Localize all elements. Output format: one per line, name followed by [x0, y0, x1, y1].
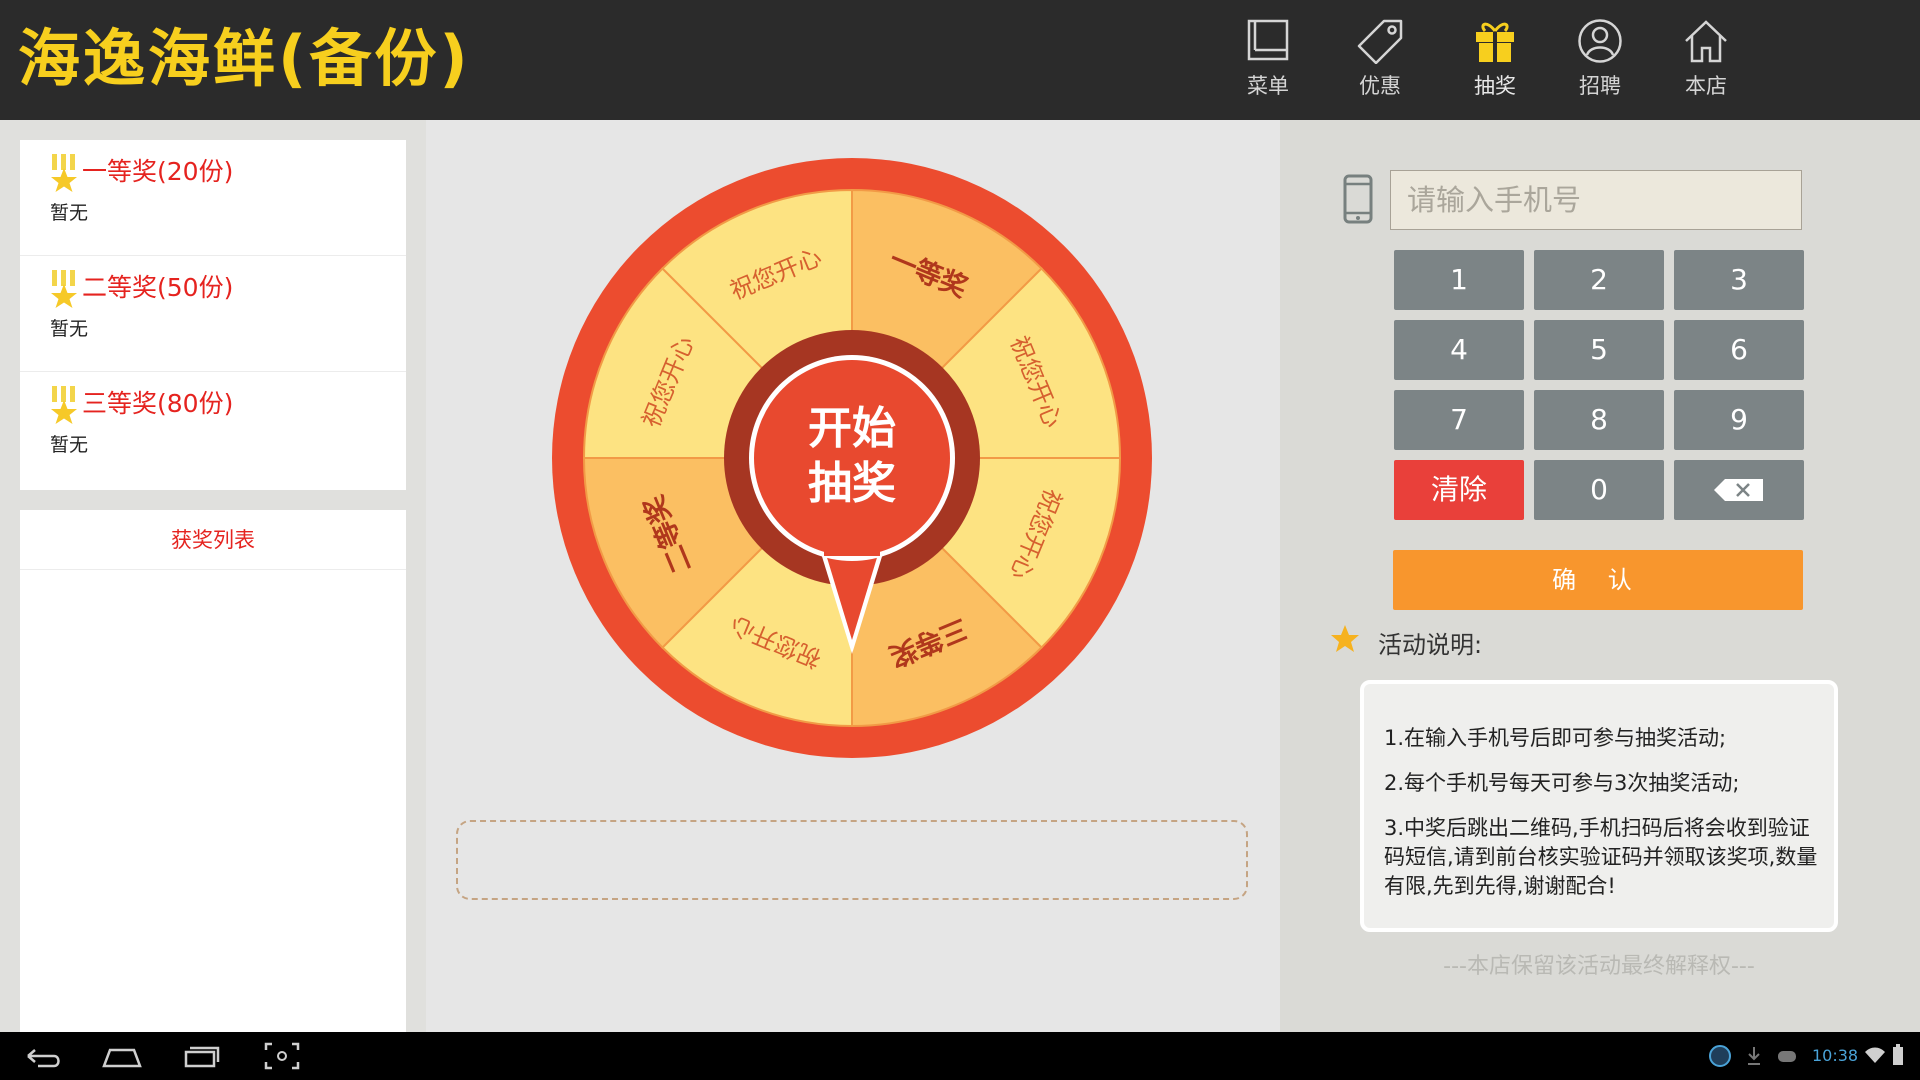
- lottery-area: 一等奖 祝您开心 祝您开心 三等奖 祝您开心 二等奖 祝您开心 祝您开心 开始 抽奖: [426, 120, 1280, 1032]
- key-5[interactable]: 5: [1534, 320, 1664, 380]
- app-notification-icon: [1709, 1045, 1731, 1067]
- clock: 10:38: [1812, 1046, 1859, 1065]
- recents-icon[interactable]: [180, 1040, 224, 1072]
- nav-lottery[interactable]: 抽奖: [1445, 18, 1545, 108]
- key-6[interactable]: 6: [1674, 320, 1804, 380]
- prize-name: 一等奖(20份): [82, 157, 234, 186]
- book-icon: [1247, 19, 1289, 61]
- nav-menu-label: 菜单: [1247, 74, 1289, 98]
- winners-list[interactable]: 获奖列表: [20, 510, 406, 1080]
- nav-lottery-label: 抽奖: [1474, 74, 1516, 98]
- phone-icon: [1343, 174, 1373, 224]
- nav-jobs-label: 招聘: [1579, 74, 1621, 98]
- app-header: 海逸海鲜(备份) 菜单 优惠 抽奖 招聘 本店: [0, 0, 1920, 120]
- medal-icon: [51, 270, 77, 308]
- system-nav-bar: 10:38: [0, 1032, 1920, 1080]
- confirm-button[interactable]: 确 认: [1393, 550, 1803, 610]
- rule-item: 3.中奖后跳出二维码,手机扫码后将会收到验证码短信,请到前台核实验证码并领取该奖…: [1384, 816, 1818, 898]
- download-icon: [1748, 1047, 1760, 1065]
- left-panel: 一等奖(20份) 暂无 二等奖(50份) 暂无 三等奖(80份) 暂无 获奖列表: [0, 120, 426, 1080]
- prize-item-third: 三等奖(80份) 暂无: [20, 372, 406, 488]
- prize-name: 三等奖(80份): [82, 389, 234, 418]
- nav-store-label: 本店: [1685, 74, 1727, 98]
- nav-store[interactable]: 本店: [1656, 18, 1756, 108]
- rule-item: 1.在输入手机号后即可参与抽奖活动;: [1384, 726, 1727, 750]
- phone-entry-panel: 1 2 3 4 5 6 7 8 9 清除 0 确 认 活动说明: 1.在输入手机…: [1280, 120, 1920, 1032]
- key-8[interactable]: 8: [1534, 390, 1664, 450]
- brand-title: 海逸海鲜(备份): [18, 22, 471, 95]
- screenshot-icon[interactable]: [260, 1040, 304, 1072]
- disclaimer: ---本店保留该活动最终解释权---: [1443, 954, 1755, 979]
- key-3[interactable]: 3: [1674, 250, 1804, 310]
- prize-name: 二等奖(50份): [82, 273, 234, 302]
- result-box: [456, 820, 1248, 900]
- nav-offers[interactable]: 优惠: [1330, 18, 1430, 108]
- medal-icon: [51, 386, 77, 424]
- key-7[interactable]: 7: [1394, 390, 1524, 450]
- nav-offers-label: 优惠: [1359, 74, 1401, 98]
- key-2[interactable]: 2: [1534, 250, 1664, 310]
- prize-winner: 暂无: [50, 318, 89, 340]
- battery-icon: [1893, 1044, 1903, 1065]
- medal-icon: [51, 154, 77, 192]
- prize-item-second: 二等奖(50份) 暂无: [20, 256, 406, 372]
- prize-wheel: 一等奖 祝您开心 祝您开心 三等奖 祝您开心 二等奖 祝您开心 祝您开心 开始 抽奖: [552, 158, 1152, 758]
- winners-title: 获奖列表: [20, 510, 406, 570]
- backspace-icon: [1714, 479, 1763, 501]
- key-4[interactable]: 4: [1394, 320, 1524, 380]
- phone-number-input[interactable]: [1390, 170, 1802, 230]
- wifi-icon: [1865, 1047, 1885, 1063]
- clear-button[interactable]: 清除: [1394, 460, 1524, 520]
- start-button-line1: 开始: [808, 403, 896, 454]
- prize-winner: 暂无: [50, 202, 89, 224]
- rule-item: 2.每个手机号每天可参与3次抽奖活动;: [1384, 771, 1740, 795]
- star-icon: [1331, 625, 1359, 652]
- rules-title: 活动说明:: [1378, 631, 1483, 659]
- key-9[interactable]: 9: [1674, 390, 1804, 450]
- nav-menu[interactable]: 菜单: [1218, 18, 1318, 108]
- start-button-line2: 抽奖: [808, 458, 896, 509]
- prize-list: 一等奖(20份) 暂无 二等奖(50份) 暂无 三等奖(80份) 暂无: [20, 140, 406, 490]
- home-nav-icon[interactable]: [100, 1040, 144, 1072]
- wheel-graphic: 一等奖祝您开心祝您开心三等奖祝您开心二等奖祝您开心祝您开心 开始 抽奖: [552, 158, 1152, 758]
- backspace-button[interactable]: [1674, 460, 1804, 520]
- gift-icon: [1476, 22, 1514, 62]
- gamepad-icon: [1778, 1051, 1796, 1062]
- person-icon: [1578, 19, 1622, 63]
- back-icon[interactable]: [20, 1040, 64, 1072]
- rules-box: 1.在输入手机号后即可参与抽奖活动; 2.每个手机号每天可参与3次抽奖活动; 3…: [1360, 680, 1838, 932]
- prize-item-first: 一等奖(20份) 暂无: [20, 140, 406, 256]
- prize-winner: 暂无: [50, 434, 89, 456]
- tag-icon: [1357, 19, 1403, 64]
- home-icon: [1685, 20, 1727, 63]
- key-1[interactable]: 1: [1394, 250, 1524, 310]
- key-0[interactable]: 0: [1534, 460, 1664, 520]
- nav-jobs[interactable]: 招聘: [1550, 18, 1650, 108]
